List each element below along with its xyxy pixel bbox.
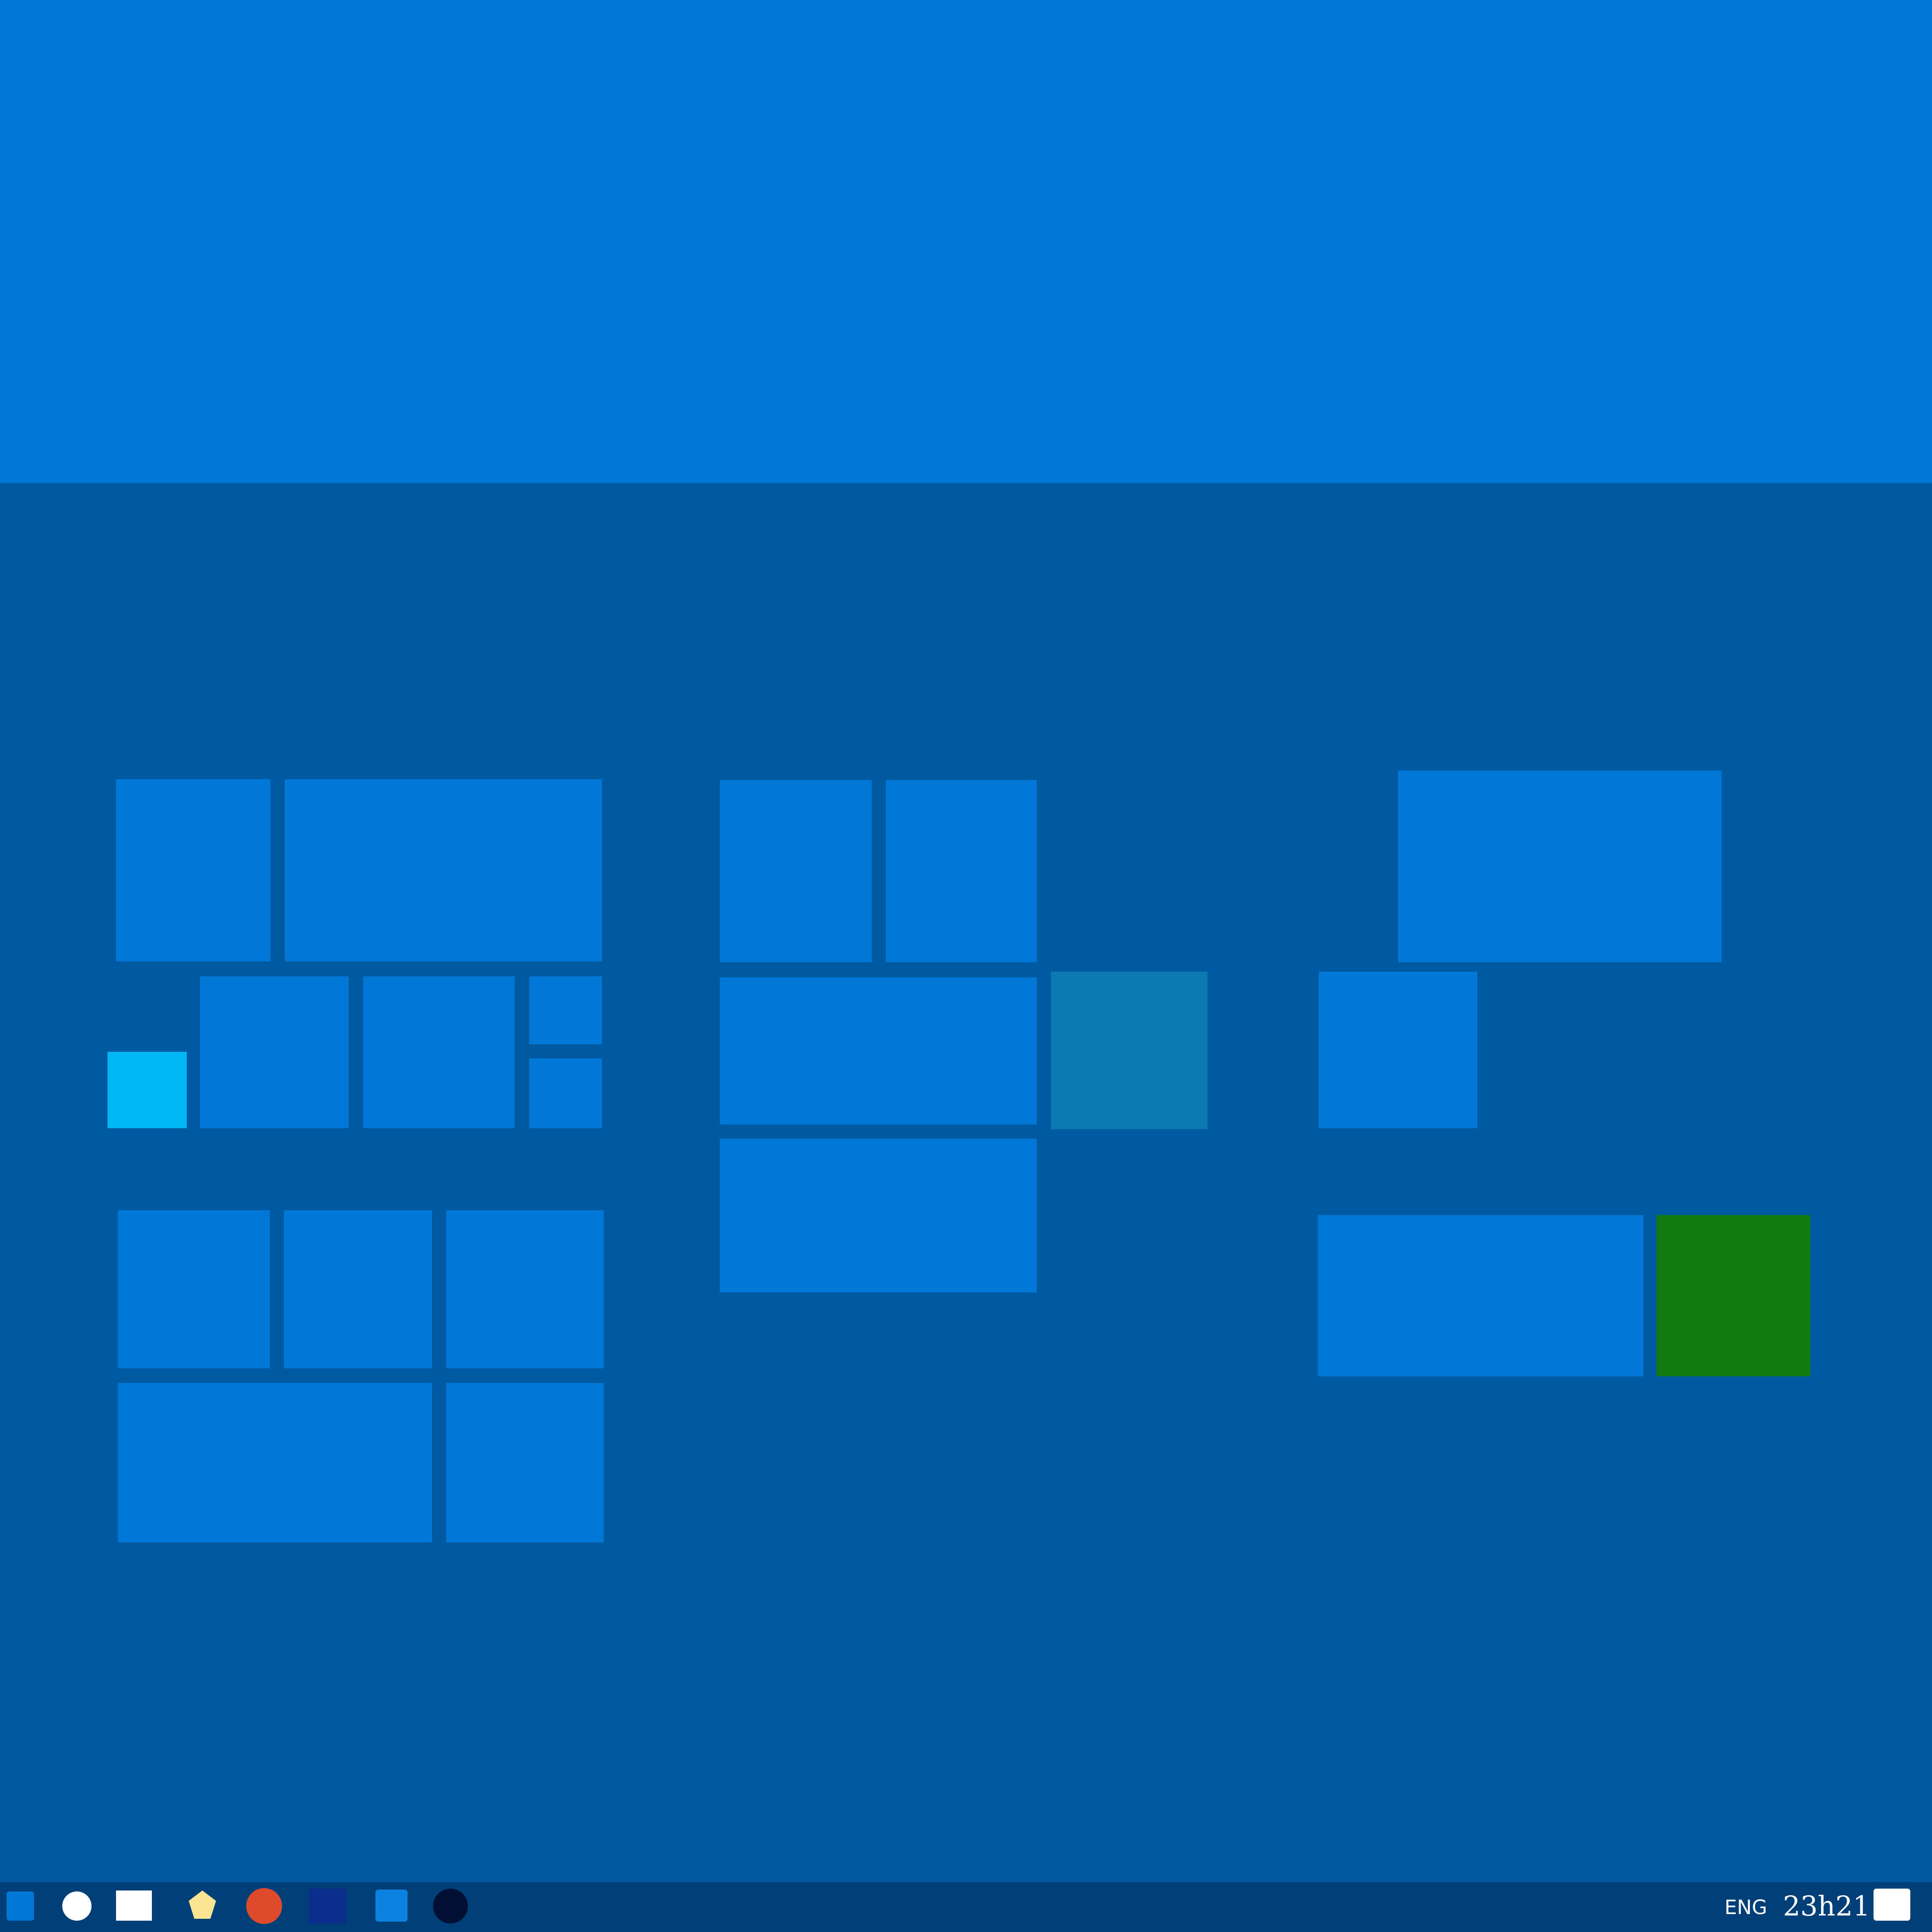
tile-teal[interactable] (1051, 972, 1208, 1129)
circle-app-icon[interactable] (246, 1888, 282, 1924)
tile[interactable] (886, 780, 1037, 962)
tile-wide[interactable] (1318, 1215, 1643, 1376)
language-indicator[interactable]: ENG (1724, 1896, 1767, 1919)
tile-green[interactable] (1657, 1215, 1810, 1376)
navy-circle-app-icon[interactable] (433, 1889, 468, 1924)
tile[interactable] (116, 779, 270, 961)
tile[interactable] (285, 779, 602, 961)
tile[interactable] (118, 1210, 270, 1368)
tile[interactable] (363, 976, 515, 1128)
blue-app-icon[interactable] (375, 1890, 408, 1922)
clock[interactable]: 23h21 (1783, 1890, 1870, 1923)
taskbar (0, 1882, 1932, 1932)
top-band (0, 0, 1932, 483)
tile-small[interactable] (529, 976, 602, 1044)
tile-small-light-blue[interactable] (108, 1052, 187, 1128)
dark-square-app-icon[interactable] (308, 1889, 346, 1924)
tile[interactable] (200, 976, 349, 1128)
tile[interactable] (720, 780, 872, 962)
tile-small[interactable] (529, 1058, 602, 1128)
search-icon[interactable] (62, 1891, 92, 1921)
tile[interactable] (284, 1210, 432, 1368)
tile[interactable] (1319, 972, 1477, 1128)
start-icon[interactable] (7, 1891, 34, 1921)
pentagon-app-icon[interactable] (188, 1890, 217, 1920)
notification-icon[interactable] (1874, 1889, 1910, 1921)
tile[interactable] (446, 1383, 604, 1542)
tile-wide[interactable] (118, 1383, 432, 1542)
tile[interactable] (446, 1210, 604, 1368)
task-view-icon[interactable] (116, 1890, 152, 1921)
tile-wide[interactable] (720, 977, 1037, 1124)
tile-wide[interactable] (1398, 771, 1722, 962)
tile-wide[interactable] (720, 1139, 1037, 1292)
